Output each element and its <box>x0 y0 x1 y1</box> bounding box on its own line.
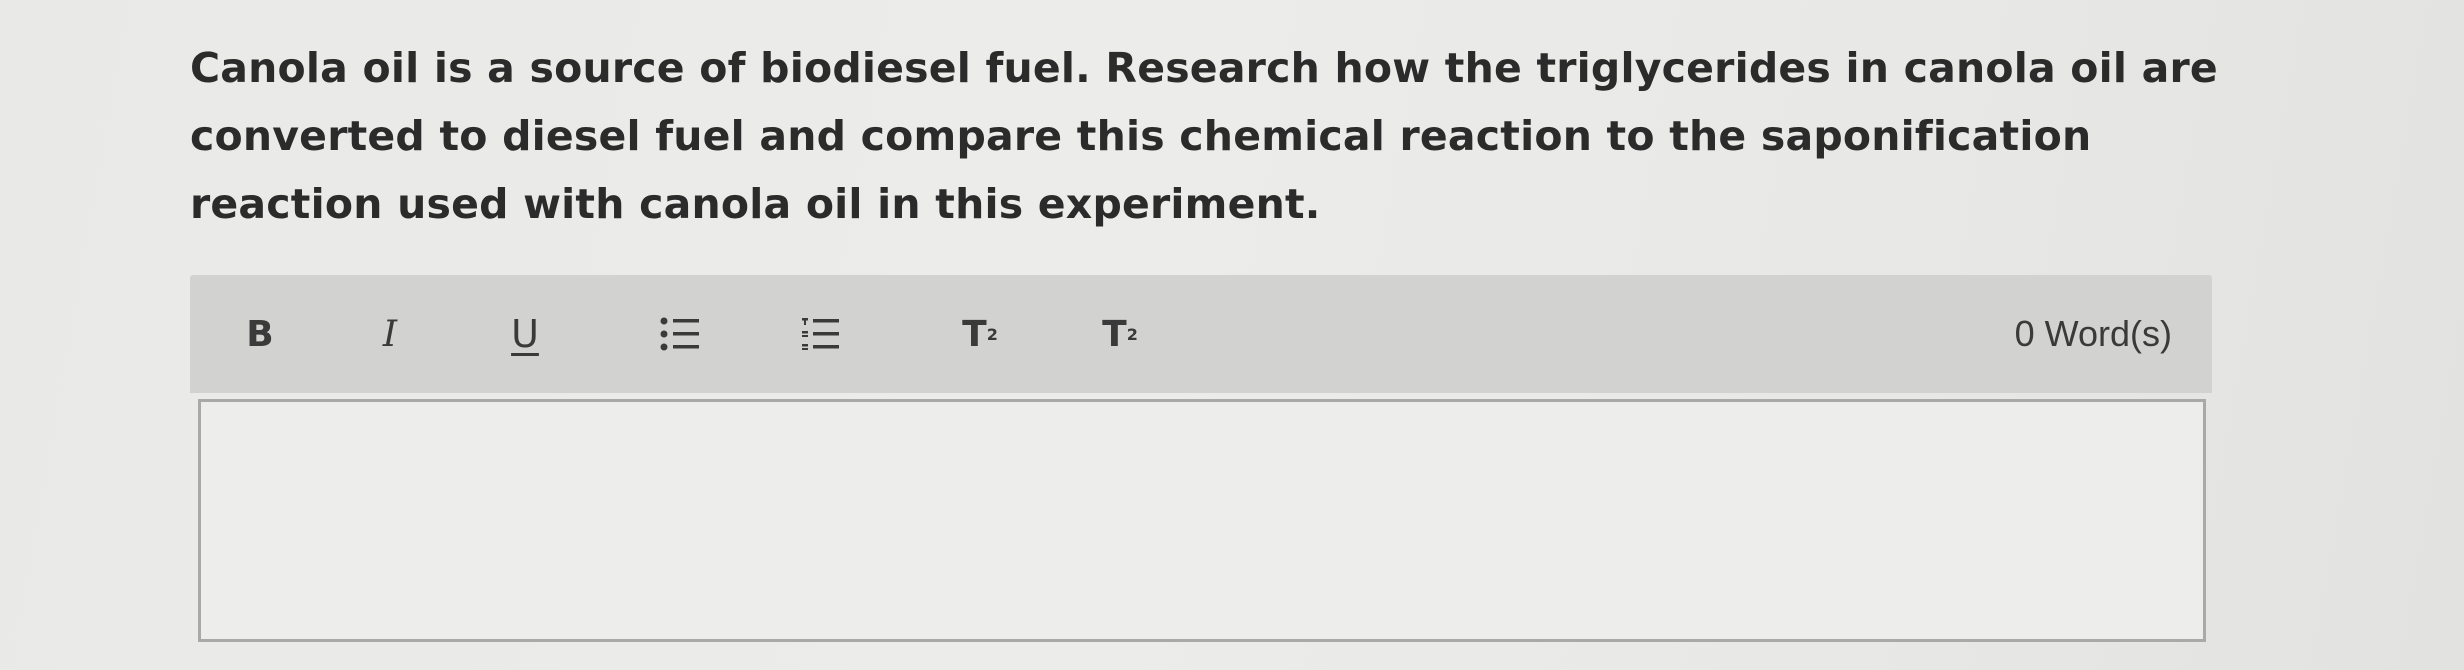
superscript-label: T <box>962 313 987 355</box>
superscript-mark: 2 <box>986 324 998 344</box>
bulleted-list-icon <box>660 317 699 351</box>
bold-button[interactable]: B <box>230 275 290 393</box>
superscript-button[interactable]: T2 <box>945 275 1015 393</box>
answer-text-area[interactable] <box>198 399 2206 642</box>
subscript-button[interactable]: T2 <box>1085 275 1155 393</box>
answer-editor: B I U T 2 T 2 0 Word(s) <box>190 275 2212 646</box>
italic-button[interactable]: I <box>360 275 420 393</box>
numbered-list-icon <box>802 318 839 350</box>
numbered-list-button[interactable] <box>785 275 855 393</box>
subscript-label: T <box>1102 313 1127 355</box>
word-count: 0 Word(s) <box>2014 313 2172 354</box>
underline-button[interactable]: U <box>490 275 560 393</box>
question-text: Canola oil is a source of biodiesel fuel… <box>190 44 2218 228</box>
bulleted-list-button[interactable] <box>645 275 715 393</box>
subscript-mark: 2 <box>1126 324 1138 344</box>
editor-toolbar: B I U T 2 T 2 0 Word(s) <box>190 275 2212 393</box>
